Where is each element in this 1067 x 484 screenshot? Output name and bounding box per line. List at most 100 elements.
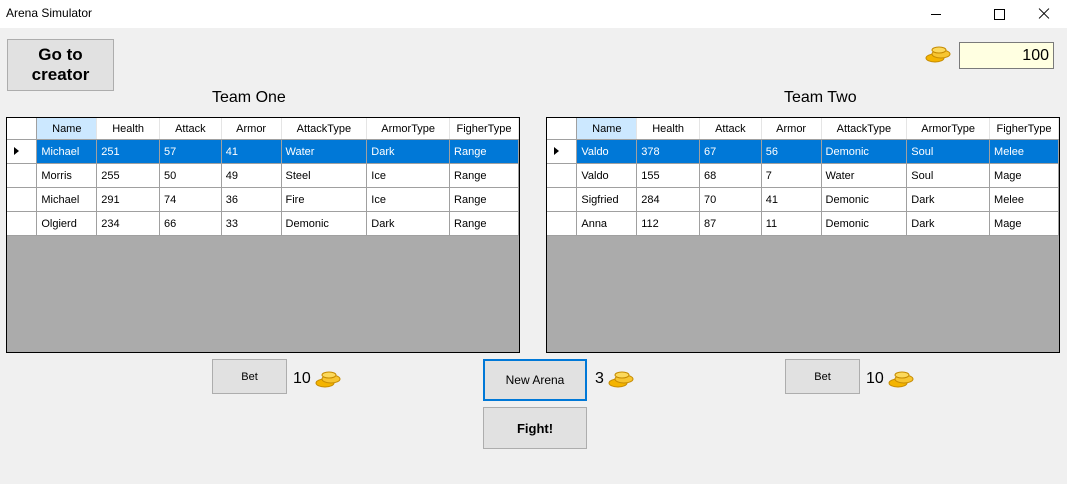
table-cell[interactable]: Morris bbox=[36, 163, 98, 188]
table-cell[interactable]: 378 bbox=[636, 139, 700, 164]
table-cell[interactable]: Anna bbox=[576, 211, 638, 236]
row-header[interactable] bbox=[7, 187, 38, 212]
table-row[interactable]: Michael 251 57 41 Water Dark Range bbox=[7, 139, 519, 164]
column-header[interactable]: ArmorType bbox=[366, 118, 451, 140]
column-header[interactable]: Armor bbox=[221, 118, 282, 140]
table-row[interactable]: Morris 255 50 49 Steel Ice Range bbox=[7, 163, 519, 188]
table-cell[interactable]: Dark bbox=[906, 187, 991, 212]
table-cell[interactable]: Dark bbox=[906, 211, 991, 236]
table-cell[interactable]: 56 bbox=[761, 139, 822, 164]
table-cell[interactable]: 67 bbox=[699, 139, 762, 164]
gold-amount-field[interactable]: 100 bbox=[959, 42, 1054, 69]
column-header[interactable]: Name bbox=[36, 118, 98, 140]
table-row[interactable]: Michael 291 74 36 Fire Ice Range bbox=[7, 187, 519, 212]
table-cell[interactable]: 74 bbox=[159, 187, 222, 212]
new-arena-button[interactable]: New Arena bbox=[483, 359, 587, 401]
table-cell[interactable]: 255 bbox=[96, 163, 160, 188]
table-row[interactable]: Sigfried 284 70 41 Demonic Dark Melee bbox=[547, 187, 1059, 212]
table-row[interactable]: Anna 112 87 11 Demonic Dark Mage bbox=[547, 211, 1059, 236]
column-header[interactable]: Health bbox=[636, 118, 700, 140]
gold-coins-icon bbox=[888, 371, 914, 388]
table-cell[interactable]: Michael bbox=[36, 139, 98, 164]
bet-team-one-button[interactable]: Bet bbox=[212, 359, 287, 394]
table-cell[interactable]: 11 bbox=[761, 211, 822, 236]
column-header[interactable]: ArmorType bbox=[906, 118, 991, 140]
team-one-table: Name Health Attack Armor AttackType Armo… bbox=[7, 118, 519, 236]
table-cell[interactable]: Valdo bbox=[576, 139, 638, 164]
table-cell[interactable]: 251 bbox=[96, 139, 160, 164]
table-cell[interactable]: Soul bbox=[906, 139, 991, 164]
table-cell[interactable]: Soul bbox=[906, 163, 991, 188]
table-cell[interactable]: 155 bbox=[636, 163, 700, 188]
table-cell[interactable]: Steel bbox=[281, 163, 368, 188]
table-cell[interactable]: 50 bbox=[159, 163, 222, 188]
close-button[interactable] bbox=[1021, 0, 1067, 28]
table-cell[interactable]: 33 bbox=[221, 211, 282, 236]
table-cell[interactable]: Fire bbox=[281, 187, 368, 212]
table-cell[interactable]: 66 bbox=[159, 211, 222, 236]
table-cell[interactable]: Water bbox=[281, 139, 368, 164]
column-header[interactable]: AttackType bbox=[281, 118, 368, 140]
table-cell[interactable]: Ice bbox=[366, 187, 451, 212]
table-cell[interactable]: Range bbox=[449, 187, 519, 212]
row-header[interactable] bbox=[7, 211, 38, 236]
table-cell[interactable]: Range bbox=[449, 211, 519, 236]
column-header[interactable]: Attack bbox=[159, 118, 222, 140]
row-header[interactable] bbox=[7, 163, 38, 188]
table-cell[interactable]: 41 bbox=[221, 139, 282, 164]
table-cell[interactable]: 234 bbox=[96, 211, 160, 236]
table-cell[interactable]: Demonic bbox=[281, 211, 368, 236]
column-header[interactable]: Name bbox=[576, 118, 638, 140]
table-cell[interactable]: 68 bbox=[699, 163, 762, 188]
table-cell[interactable]: 7 bbox=[761, 163, 822, 188]
table-cell[interactable]: Olgierd bbox=[36, 211, 98, 236]
table-cell[interactable]: 87 bbox=[699, 211, 762, 236]
table-cell[interactable]: Melee bbox=[989, 187, 1059, 212]
table-cell[interactable]: 41 bbox=[761, 187, 822, 212]
column-header[interactable]: FigherType bbox=[989, 118, 1059, 140]
bet-team-two-button[interactable]: Bet bbox=[785, 359, 860, 394]
table-cell[interactable]: 112 bbox=[636, 211, 700, 236]
column-header[interactable]: AttackType bbox=[821, 118, 908, 140]
table-cell[interactable]: Demonic bbox=[821, 139, 908, 164]
table-cell[interactable]: Dark bbox=[366, 139, 451, 164]
table-cell[interactable]: Dark bbox=[366, 211, 451, 236]
table-cell[interactable]: Michael bbox=[36, 187, 98, 212]
row-header[interactable] bbox=[547, 187, 578, 212]
table-cell[interactable]: 57 bbox=[159, 139, 222, 164]
table-row[interactable]: Valdo 378 67 56 Demonic Soul Melee bbox=[547, 139, 1059, 164]
column-header[interactable]: Health bbox=[96, 118, 160, 140]
table-row[interactable]: Valdo 155 68 7 Water Soul Mage bbox=[547, 163, 1059, 188]
table-cell[interactable]: 70 bbox=[699, 187, 762, 212]
table-cell[interactable]: Demonic bbox=[821, 211, 908, 236]
table-cell[interactable]: 284 bbox=[636, 187, 700, 212]
column-header[interactable]: Attack bbox=[699, 118, 762, 140]
table-row[interactable]: Olgierd 234 66 33 Demonic Dark Range bbox=[7, 211, 519, 236]
table-cell[interactable]: Mage bbox=[989, 211, 1059, 236]
row-header[interactable] bbox=[7, 139, 38, 164]
table-cell[interactable]: Sigfried bbox=[576, 187, 638, 212]
row-header[interactable] bbox=[547, 163, 578, 188]
table-cell[interactable]: Valdo bbox=[576, 163, 638, 188]
column-header[interactable]: FigherType bbox=[449, 118, 519, 140]
table-cell[interactable]: Melee bbox=[989, 139, 1059, 164]
team-one-grid[interactable]: Name Health Attack Armor AttackType Armo… bbox=[6, 117, 520, 353]
table-cell[interactable]: 49 bbox=[221, 163, 282, 188]
table-cell[interactable]: 36 bbox=[221, 187, 282, 212]
team-two-bet-amount: 10 bbox=[866, 370, 884, 387]
row-header[interactable] bbox=[547, 211, 578, 236]
minimize-button[interactable] bbox=[913, 0, 959, 28]
go-to-creator-button[interactable]: Go to creator bbox=[7, 39, 114, 91]
row-header[interactable] bbox=[547, 139, 578, 164]
table-cell[interactable]: 291 bbox=[96, 187, 160, 212]
maximize-button[interactable] bbox=[976, 0, 1022, 28]
column-header[interactable]: Armor bbox=[761, 118, 822, 140]
table-cell[interactable]: Range bbox=[449, 163, 519, 188]
table-cell[interactable]: Water bbox=[821, 163, 908, 188]
table-cell[interactable]: Mage bbox=[989, 163, 1059, 188]
team-two-grid[interactable]: Name Health Attack Armor AttackType Armo… bbox=[546, 117, 1060, 353]
fight-button[interactable]: Fight! bbox=[483, 407, 587, 449]
table-cell[interactable]: Demonic bbox=[821, 187, 908, 212]
table-cell[interactable]: Range bbox=[449, 139, 519, 164]
table-cell[interactable]: Ice bbox=[366, 163, 451, 188]
